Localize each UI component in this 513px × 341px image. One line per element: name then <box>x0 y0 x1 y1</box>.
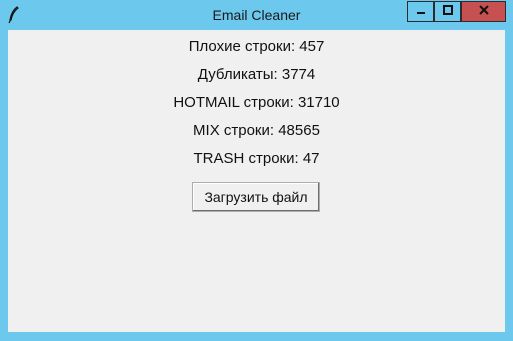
load-file-button[interactable]: Загрузить файл <box>192 182 320 212</box>
maximize-button[interactable] <box>434 1 461 22</box>
mix-lines-label: MIX строки: 48565 <box>193 122 320 139</box>
title-bar[interactable]: Email Cleaner <box>0 0 513 30</box>
duplicates-label: Дубликаты: 3774 <box>197 66 316 83</box>
maximize-icon <box>442 3 454 21</box>
close-icon <box>478 3 490 21</box>
minimize-button[interactable] <box>407 1 434 22</box>
client-area: Плохие строки: 457 Дубликаты: 3774 HOTMA… <box>8 30 505 332</box>
bad-lines-label: Плохие строки: 457 <box>188 38 325 55</box>
window-bottom-border <box>0 332 513 341</box>
trash-lines-label: TRASH строки: 47 <box>193 150 320 167</box>
minimize-icon <box>415 3 427 21</box>
app-window: Email Cleaner Плохие строки: 457 Дублика… <box>0 0 513 341</box>
hotmail-lines-label: HOTMAIL строки: 31710 <box>173 94 340 111</box>
close-button[interactable] <box>461 1 506 22</box>
